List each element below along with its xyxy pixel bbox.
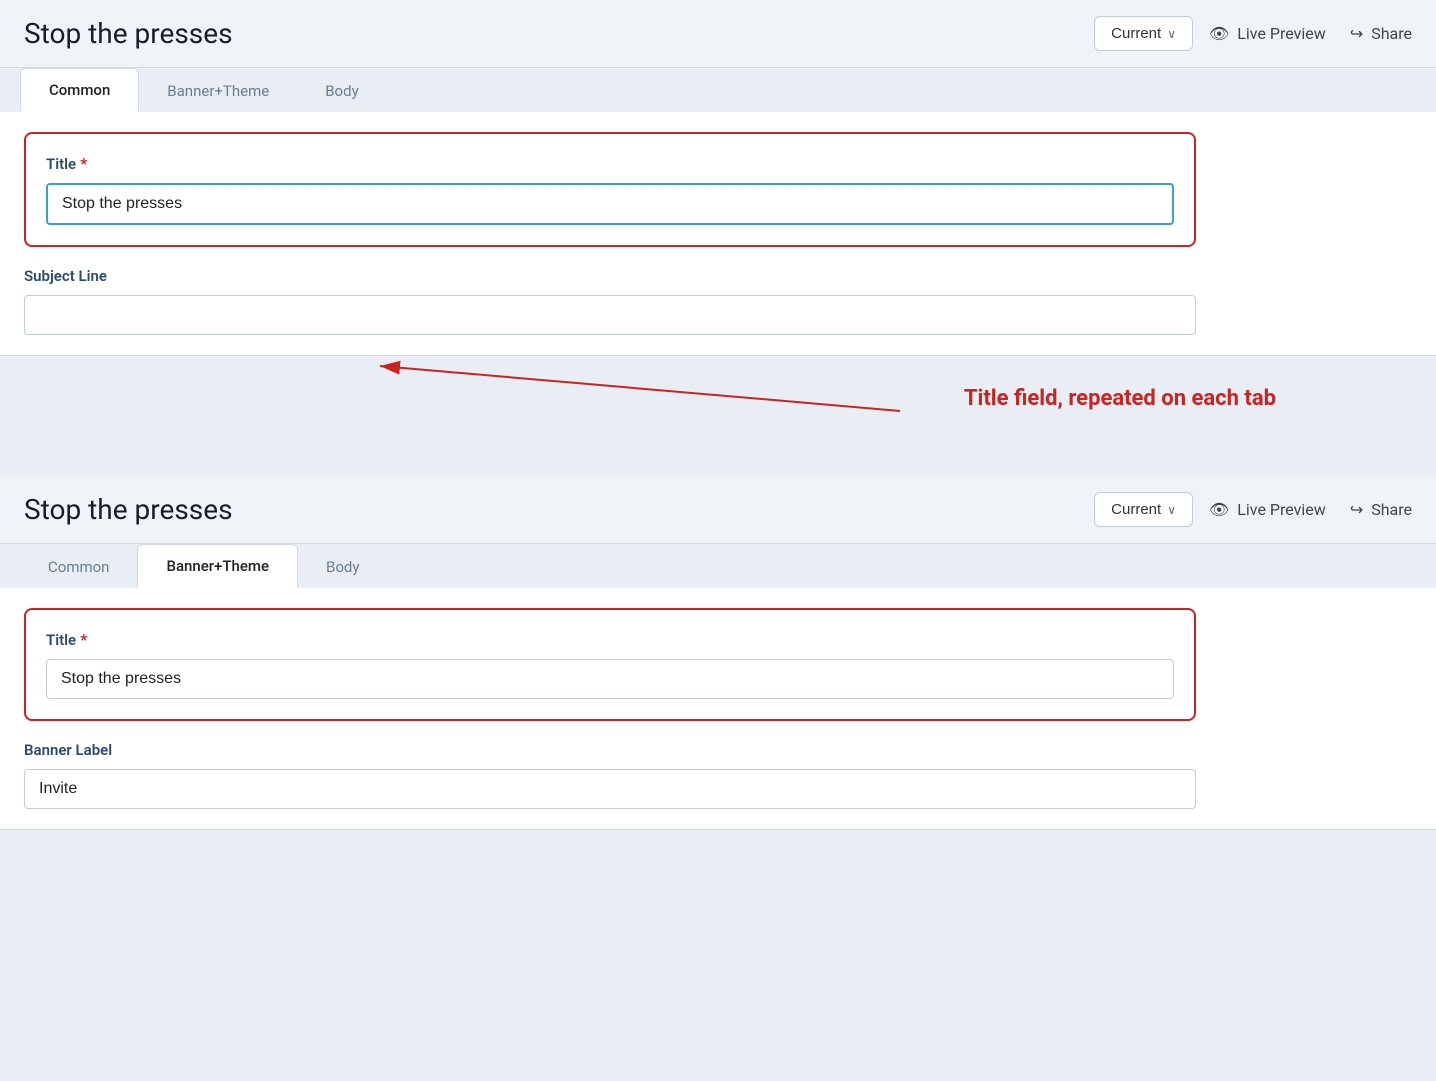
tab-banner-theme-bottom[interactable]: Banner+Theme	[137, 544, 298, 588]
required-star-top: *	[80, 154, 87, 173]
tab-common-top[interactable]: Common	[20, 68, 139, 112]
share-btn-top[interactable]: ↪ Share	[1350, 24, 1412, 43]
annotation-text: Title field, repeated on each tab	[964, 386, 1276, 411]
header-right-top: 👁 Live Preview ↪ Share	[1209, 24, 1412, 43]
eye-icon-bottom: 👁	[1209, 500, 1229, 519]
banner-label-section: Banner Label	[24, 741, 1196, 809]
bottom-tabs-bar: Common Banner+Theme Body	[0, 544, 1436, 588]
share-icon-top: ↪	[1350, 24, 1363, 43]
title-field-section-bottom: Title *	[24, 608, 1196, 721]
current-dropdown-bottom[interactable]: Current ∨	[1094, 492, 1193, 527]
title-input-bottom[interactable]	[46, 659, 1174, 699]
bottom-panel: Stop the presses Current ∨ 👁 Live Previe…	[0, 476, 1436, 830]
subject-line-section: Subject Line	[24, 267, 1196, 335]
bottom-panel-body: Title * Banner Label	[0, 588, 1220, 829]
bottom-panel-title: Stop the presses	[24, 493, 1078, 526]
top-tabs-bar: Common Banner+Theme Body	[0, 68, 1436, 112]
eye-icon-top: 👁	[1209, 24, 1229, 43]
live-preview-label-bottom: Live Preview	[1237, 500, 1326, 519]
chevron-down-icon-top: ∨	[1167, 27, 1176, 41]
title-field-section-top: Title *	[24, 132, 1196, 247]
tab-body-top[interactable]: Body	[297, 70, 386, 112]
top-panel: Stop the presses Current ∨ 👁 Live Previe…	[0, 0, 1436, 356]
page-wrapper: Stop the presses Current ∨ 👁 Live Previe…	[0, 0, 1436, 830]
tab-banner-theme-top[interactable]: Banner+Theme	[139, 70, 297, 112]
live-preview-label-top: Live Preview	[1237, 24, 1326, 43]
bottom-panel-header: Stop the presses Current ∨ 👁 Live Previe…	[0, 476, 1436, 544]
annotation-area: Title field, repeated on each tab	[0, 356, 1436, 476]
banner-label-label: Banner Label	[24, 741, 1196, 759]
share-label-bottom: Share	[1371, 500, 1412, 519]
live-preview-btn-bottom[interactable]: 👁 Live Preview	[1209, 500, 1326, 519]
annotation-svg	[0, 356, 1436, 476]
required-star-bottom: *	[80, 630, 87, 649]
top-panel-title: Stop the presses	[24, 17, 1078, 50]
subject-line-input[interactable]	[24, 295, 1196, 335]
header-right-bottom: 👁 Live Preview ↪ Share	[1209, 500, 1412, 519]
top-panel-body: Title * Subject Line	[0, 112, 1220, 355]
subject-line-label: Subject Line	[24, 267, 1196, 285]
live-preview-btn-top[interactable]: 👁 Live Preview	[1209, 24, 1326, 43]
tab-common-bottom[interactable]: Common	[20, 546, 137, 588]
title-label-top: Title *	[46, 154, 1174, 173]
share-icon-bottom: ↪	[1350, 500, 1363, 519]
dropdown-label-bottom: Current	[1111, 501, 1161, 518]
banner-label-input[interactable]	[24, 769, 1196, 809]
title-input-top[interactable]	[46, 183, 1174, 225]
top-panel-header: Stop the presses Current ∨ 👁 Live Previe…	[0, 0, 1436, 68]
share-btn-bottom[interactable]: ↪ Share	[1350, 500, 1412, 519]
tab-body-bottom[interactable]: Body	[298, 546, 387, 588]
chevron-down-icon-bottom: ∨	[1167, 503, 1176, 517]
title-label-bottom: Title *	[46, 630, 1174, 649]
current-dropdown-top[interactable]: Current ∨	[1094, 16, 1193, 51]
dropdown-label-top: Current	[1111, 25, 1161, 42]
share-label-top: Share	[1371, 24, 1412, 43]
